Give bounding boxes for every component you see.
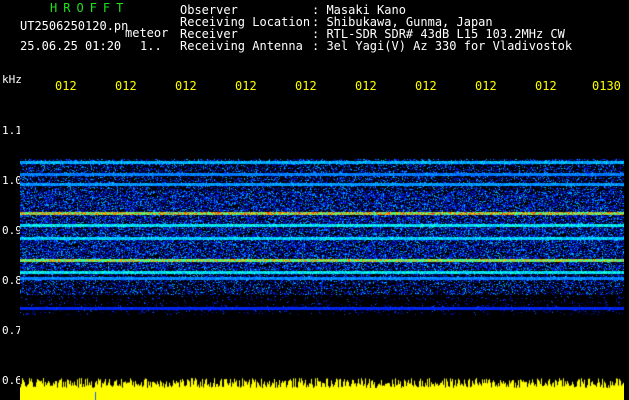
y-tick: 1.1 (2, 124, 22, 137)
x-tick: 012 (295, 79, 317, 93)
x-tick: 012 (535, 79, 557, 93)
y-tick: 0.9 (2, 224, 22, 237)
info-value: : 3el Yagi(V) Az 330 for Vladivostok (312, 39, 573, 53)
x-tick: 012 (55, 79, 77, 93)
x-tick: 012 (235, 79, 257, 93)
info-row-antenna: Receiving Antenna : 3el Yagi(V) Az 330 fo… (180, 40, 572, 52)
y-tick: 1.0 (2, 174, 22, 187)
x-tick: 012 (115, 79, 137, 93)
mode-label: meteor (125, 26, 169, 40)
khz-unit-label: kHz (2, 73, 22, 86)
frame-counter: 1.. (140, 39, 162, 53)
y-tick: 0.6 (2, 374, 22, 387)
info-label: Receiving Antenna (180, 39, 303, 53)
x-tick: 012 (415, 79, 437, 93)
hroft-logo: HROFFT (50, 1, 130, 15)
file-name: UT2506250120.pn (20, 19, 129, 33)
spectrogram-waterfall (20, 100, 624, 400)
x-tick: 012 (175, 79, 197, 93)
y-tick: 0.7 (2, 324, 22, 337)
date-time: 25.06.25 01:20 (20, 39, 122, 53)
x-tick: 012 (475, 79, 497, 93)
x-tick: 0130 (592, 79, 621, 93)
y-tick: 0.8 (2, 274, 22, 287)
x-tick: 012 (355, 79, 377, 93)
